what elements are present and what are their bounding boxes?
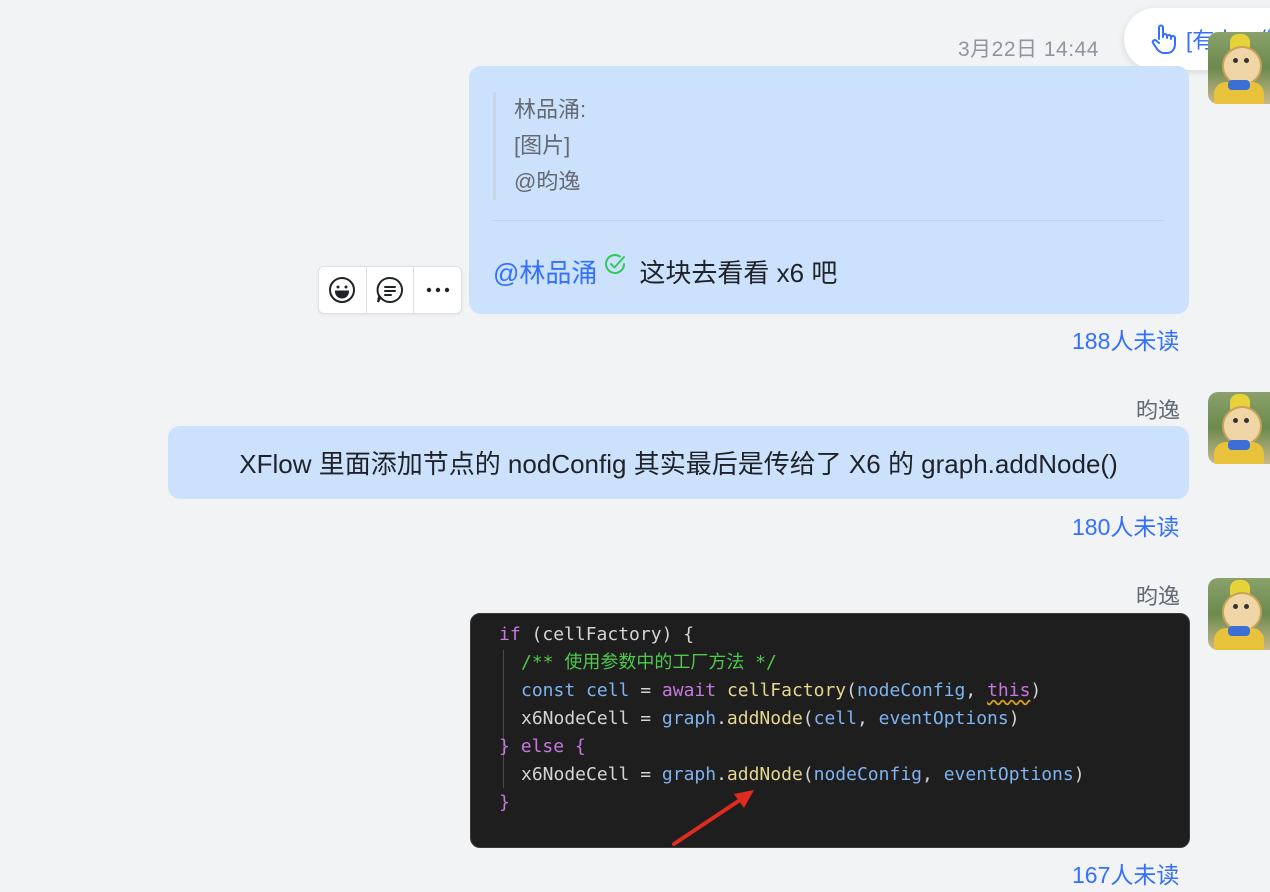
red-arrow-annotation [672,790,754,846]
quote-author: 林品涌: [514,97,587,122]
reply-button[interactable] [367,267,415,313]
avatar[interactable] [1208,392,1270,464]
sender-name: 昀逸 [1136,584,1181,609]
read-check-icon [605,254,626,274]
code-line: } [499,792,510,813]
code-screenshot-image[interactable]: if (cellFactory) { /** 使用参数中的工厂方法 */ con… [470,613,1190,848]
code-line: /** 使用参数中的工厂方法 */ [521,652,777,673]
reply-icon [376,276,403,303]
unread-count[interactable]: 188人未读 [1072,322,1179,356]
more-button[interactable] [414,267,461,313]
mention-link[interactable]: @林品涌 [493,253,597,290]
unread-count[interactable]: 180人未读 [1072,508,1179,542]
more-icon [426,287,449,293]
hand-pointer-icon [1151,24,1176,54]
code-line: if (cellFactory) { [499,624,695,645]
avatar[interactable] [1208,32,1270,104]
message-body: XFlow 里面添加节点的 nodConfig 其实最后是传给了 X6 的 gr… [239,449,1118,479]
message-action-toolbar [318,266,462,314]
message-body: 这块去看看 x6 吧 [639,257,838,288]
sender-name: 昀逸 [1136,398,1181,423]
message-text: @林品涌 这块去看看 x6 吧 [493,252,837,290]
code-line: x6NodeCell = graph.addNode(nodeConfig, e… [521,764,1085,785]
unread-count[interactable]: 167人未读 [1072,856,1179,890]
code-line: const cell = await cellFactory(nodeConfi… [521,680,1042,701]
code-line: x6NodeCell = graph.addNode(cell, eventOp… [521,708,1020,729]
emoji-icon [329,277,356,303]
quoted-message[interactable]: 林品涌: [图片] @昀逸 [493,92,586,200]
reaction-button[interactable] [319,267,367,313]
message-timestamp: 3月22日 14:44 [958,38,1099,61]
indent-guide [503,760,504,788]
quote-divider [493,220,1165,221]
avatar[interactable] [1208,578,1270,650]
code-line: } else { [499,736,586,757]
quote-mention: @昀逸 [514,169,581,194]
message-bubble[interactable]: XFlow 里面添加节点的 nodConfig 其实最后是传给了 X6 的 gr… [168,426,1189,499]
quote-content: [图片] [514,133,571,158]
